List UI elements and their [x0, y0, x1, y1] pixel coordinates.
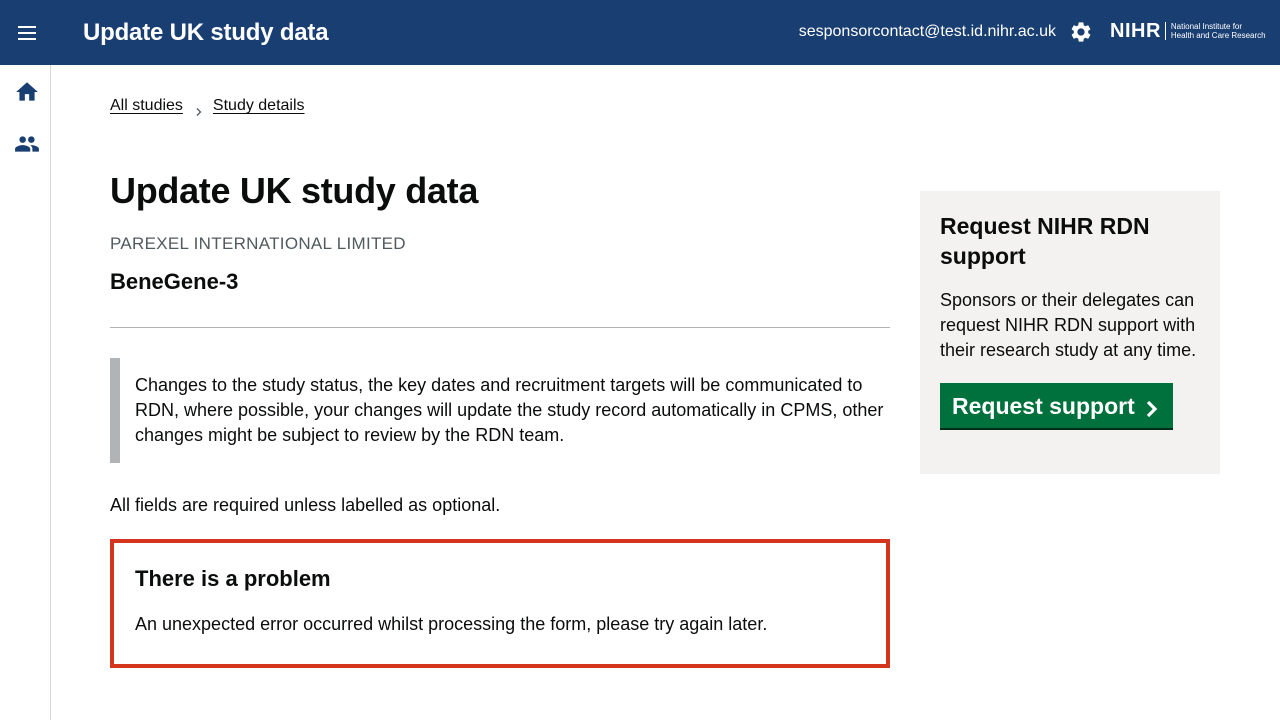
- gear-icon[interactable]: [1069, 20, 1093, 44]
- request-support-label: Request support: [952, 392, 1135, 419]
- page-title: Update UK study data: [110, 170, 479, 211]
- app-title: Update UK study data: [83, 19, 329, 46]
- inset-text: Changes to the study status, the key dat…: [110, 358, 890, 463]
- app-header: Update UK study data sesponsorcontact@te…: [0, 0, 1280, 65]
- logo-divider: [1164, 22, 1166, 40]
- section-divider: [110, 327, 890, 328]
- breadcrumb-link-study-details[interactable]: Study details: [213, 96, 305, 116]
- request-support-button[interactable]: Request support: [940, 383, 1173, 428]
- user-email: sesponsorcontact@test.id.nihr.ac.uk: [798, 23, 1056, 40]
- nihr-logo: NIHR National Institute for Health and C…: [1110, 18, 1271, 44]
- home-icon[interactable]: [14, 79, 40, 105]
- error-summary-message: An unexpected error occurred whilst proc…: [135, 614, 768, 634]
- logo-text-line1: National Institute for: [1170, 22, 1243, 31]
- menu-icon[interactable]: [14, 20, 40, 46]
- error-summary: There is a problem An unexpected error o…: [110, 539, 890, 668]
- error-summary-title: There is a problem: [135, 566, 331, 591]
- required-fields-note: All fields are required unless labelled …: [110, 495, 501, 515]
- breadcrumb-link-all-studies[interactable]: All studies: [110, 96, 183, 116]
- chevron-right-icon: [195, 102, 203, 116]
- logo-mark: NIHR: [1110, 20, 1161, 42]
- support-panel-text: Sponsors or their delegates can request …: [940, 290, 1197, 360]
- logo-text: National Institute for Health and Care R…: [1171, 22, 1271, 40]
- support-panel: Request NIHR RDN support Sponsors or the…: [920, 191, 1220, 474]
- study-name: BeneGene-3: [110, 269, 239, 294]
- support-panel-title: Request NIHR RDN support: [940, 213, 1150, 269]
- organisation-name: PAREXEL INTERNATIONAL LIMITED: [110, 234, 406, 253]
- sidebar: [0, 65, 51, 720]
- logo-text-line2: Health and Care Research: [1170, 31, 1266, 40]
- people-icon[interactable]: [14, 131, 40, 157]
- breadcrumb: All studies Study details: [110, 96, 305, 116]
- chevron-right-icon: [1145, 396, 1159, 417]
